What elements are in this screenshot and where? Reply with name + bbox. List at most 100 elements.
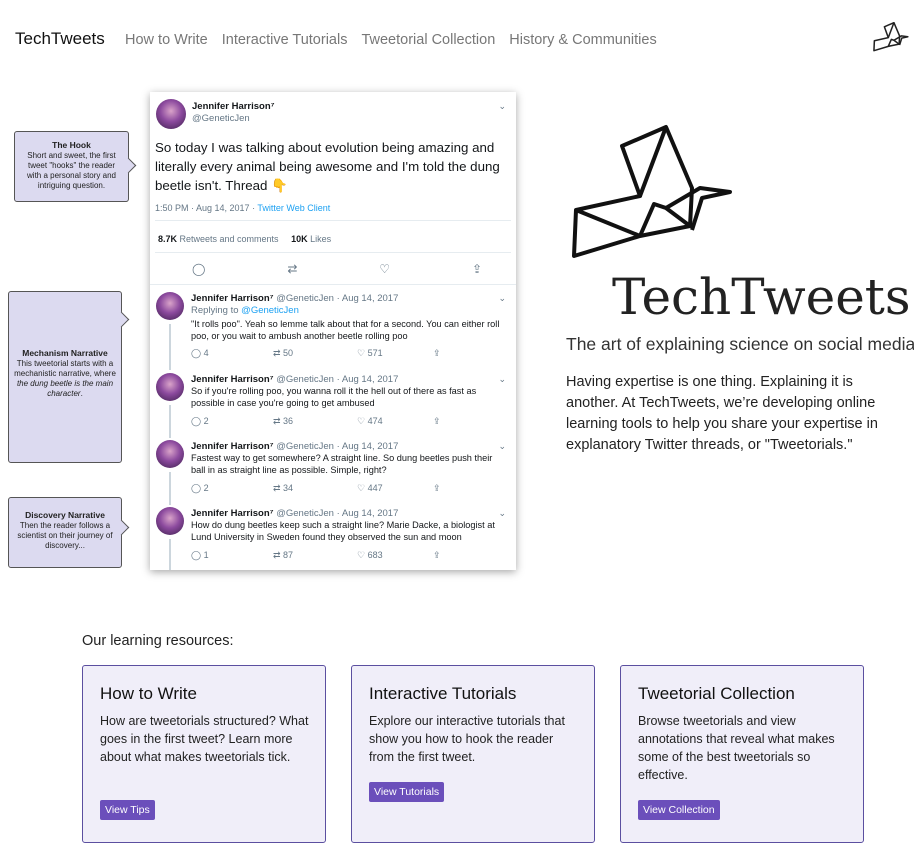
like-count: 571 — [367, 348, 383, 358]
reply-actions: ◯ 2 ⇄ 34 ♡ 447 ⇪ — [191, 483, 441, 494]
heart-icon[interactable]: ♡ 683 — [357, 550, 433, 561]
reply-text: "It rolls poo". Yeah so lemme talk about… — [191, 319, 500, 341]
nav-link-how-to-write[interactable]: How to Write — [125, 32, 208, 48]
tweet-stats: 8.7K Retweets and comments 10K Likes — [158, 234, 331, 244]
reply-actions: ◯ 4 ⇄ 50 ♡ 571 ⇪ — [191, 348, 441, 359]
chevron-down-icon: ⌄ — [498, 508, 506, 518]
retweet-icon[interactable]: ⇄ 50 — [273, 348, 357, 359]
view-collection-button[interactable]: View Collection — [638, 800, 720, 820]
nav-link-history-communities[interactable]: History & Communities — [509, 32, 656, 48]
comment-icon[interactable]: ◯ 2 — [191, 483, 273, 494]
avatar — [156, 292, 184, 320]
tweet-main-text: So today I was talking about evolution b… — [155, 140, 500, 193]
card-title: How to Write — [100, 684, 197, 703]
callout-discovery-text: Then the reader follows a scientist on t… — [17, 521, 113, 550]
replying-to-link[interactable]: @GeneticJen — [241, 305, 299, 316]
chevron-down-icon: ⌄ — [498, 293, 506, 303]
tweet-client-link[interactable]: Twitter Web Client — [257, 203, 330, 213]
avatar — [156, 507, 184, 535]
thread-line — [169, 405, 171, 438]
resources-heading: Our learning resources: — [82, 633, 234, 649]
callout-mechanism: Mechanism Narrative This tweetorial star… — [8, 291, 122, 463]
callout-mechanism-title: Mechanism Narrative — [22, 348, 108, 358]
reply-meta: @GeneticJen · Aug 14, 2017 — [276, 508, 399, 519]
comment-icon[interactable]: ◯ 2 — [191, 416, 273, 427]
reply-meta: @GeneticJen · Aug 14, 2017 — [276, 441, 399, 452]
retweet-icon[interactable]: ⇄ 87 — [273, 550, 357, 561]
like-count: 474 — [367, 416, 383, 426]
reply-header: Jennifer Harrison⁷ @GeneticJen · Aug 14,… — [191, 374, 398, 385]
card-text: Explore our interactive tutorials that s… — [369, 714, 565, 764]
callout-mechanism-text-em: the dung beetle is the main character — [16, 379, 114, 398]
card-title: Tweetorial Collection — [638, 684, 795, 703]
tweet-timestamp: 1:50 PM · Aug 14, 2017 · Twitter Web Cli… — [155, 203, 330, 213]
brand-link[interactable]: TechTweets — [15, 29, 105, 49]
comment-count: 2 — [203, 483, 209, 493]
retweet-count: 50 — [283, 348, 294, 358]
divider — [155, 252, 511, 253]
reply-author-name: Jennifer Harrison⁷ — [191, 293, 274, 304]
tweet-author-name: Jennifer Harrison⁷ — [192, 101, 275, 112]
replying-to: Replying to @GeneticJen — [191, 305, 299, 316]
chevron-down-icon: ⌄ — [498, 441, 506, 451]
retweet-count: 36 — [283, 416, 294, 426]
comment-count: 4 — [203, 348, 209, 358]
reply-actions: ◯ 2 ⇄ 36 ♡ 474 ⇪ — [191, 416, 441, 427]
resource-card-tweetorial-collection: Tweetorial Collection Browse tweetorials… — [620, 665, 864, 843]
retweet-icon[interactable]: ⇄ — [287, 262, 297, 276]
reply-header: Jennifer Harrison⁷ @GeneticJen · Aug 14,… — [191, 293, 398, 304]
comment-count: 1 — [203, 550, 209, 560]
tweet-actions: ◯ ⇄ ♡ ⇪ — [192, 262, 482, 276]
tweet-time: 1:50 PM · Aug 14, 2017 · — [155, 203, 258, 213]
hero-title: TechTweets — [612, 268, 911, 326]
retweets-label: Retweets and comments — [177, 234, 279, 244]
reply-author-name: Jennifer Harrison⁷ — [191, 441, 274, 452]
share-icon[interactable]: ⇪ — [433, 348, 441, 359]
comment-icon[interactable]: ◯ 1 — [191, 550, 273, 561]
avatar — [156, 440, 184, 468]
nav-link-tweetorial-collection[interactable]: Tweetorial Collection — [361, 32, 495, 48]
comment-icon[interactable]: ◯ — [192, 262, 205, 276]
callout-mechanism-text-a: This tweetorial starts with a mechanisti… — [14, 359, 116, 378]
chevron-down-icon: ⌄ — [498, 101, 506, 111]
callout-hook: The Hook Short and sweet, the first twee… — [14, 131, 129, 202]
comment-icon[interactable]: ◯ 4 — [191, 348, 273, 359]
share-icon[interactable]: ⇪ — [433, 416, 441, 427]
thread-line — [169, 324, 171, 370]
heart-icon[interactable]: ♡ 474 — [357, 416, 433, 427]
origami-bird-logo-icon[interactable] — [872, 22, 910, 52]
card-text: How are tweetorials structured? What goe… — [100, 714, 309, 764]
chevron-down-icon: ⌄ — [498, 374, 506, 384]
retweet-icon[interactable]: ⇄ 34 — [273, 483, 357, 494]
tweet-thread-screenshot: Jennifer Harrison⁷ @GeneticJen ⌄ So toda… — [150, 92, 516, 570]
share-icon[interactable]: ⇪ — [472, 262, 482, 276]
heart-icon[interactable]: ♡ 447 — [357, 483, 433, 494]
reply-text: How do dung beetles keep such a straight… — [191, 520, 495, 542]
reply-header: Jennifer Harrison⁷ @GeneticJen · Aug 14,… — [191, 441, 398, 452]
callout-mechanism-text-b: . — [80, 389, 83, 398]
comment-count: 2 — [203, 416, 209, 426]
retweet-count: 87 — [283, 550, 294, 560]
callout-discovery: Discovery Narrative Then the reader foll… — [8, 497, 122, 568]
reply-actions: ◯ 1 ⇄ 87 ♡ 683 ⇪ — [191, 550, 441, 561]
callout-hook-title: The Hook — [52, 140, 91, 150]
reply-author-name: Jennifer Harrison⁷ — [191, 508, 274, 519]
share-icon[interactable]: ⇪ — [433, 550, 441, 561]
view-tips-button[interactable]: View Tips — [100, 800, 155, 820]
heart-icon[interactable]: ♡ 571 — [357, 348, 433, 359]
share-icon[interactable]: ⇪ — [433, 483, 441, 494]
hero-description: Having expertise is one thing. Explainin… — [566, 374, 878, 453]
reply-meta: @GeneticJen · Aug 14, 2017 — [276, 293, 399, 304]
heart-icon[interactable]: ♡ — [379, 262, 390, 276]
nav-link-interactive-tutorials[interactable]: Interactive Tutorials — [222, 32, 348, 48]
reply-header: Jennifer Harrison⁷ @GeneticJen · Aug 14,… — [191, 508, 398, 519]
replying-label: Replying to — [191, 305, 242, 316]
view-tutorials-button[interactable]: View Tutorials — [369, 782, 445, 802]
likes-label: Likes — [307, 234, 332, 244]
divider — [150, 284, 516, 285]
avatar — [156, 99, 186, 129]
origami-bird-hero-icon — [572, 125, 732, 258]
thread-line — [169, 472, 171, 505]
like-count: 447 — [367, 483, 383, 493]
retweet-icon[interactable]: ⇄ 36 — [273, 416, 357, 427]
